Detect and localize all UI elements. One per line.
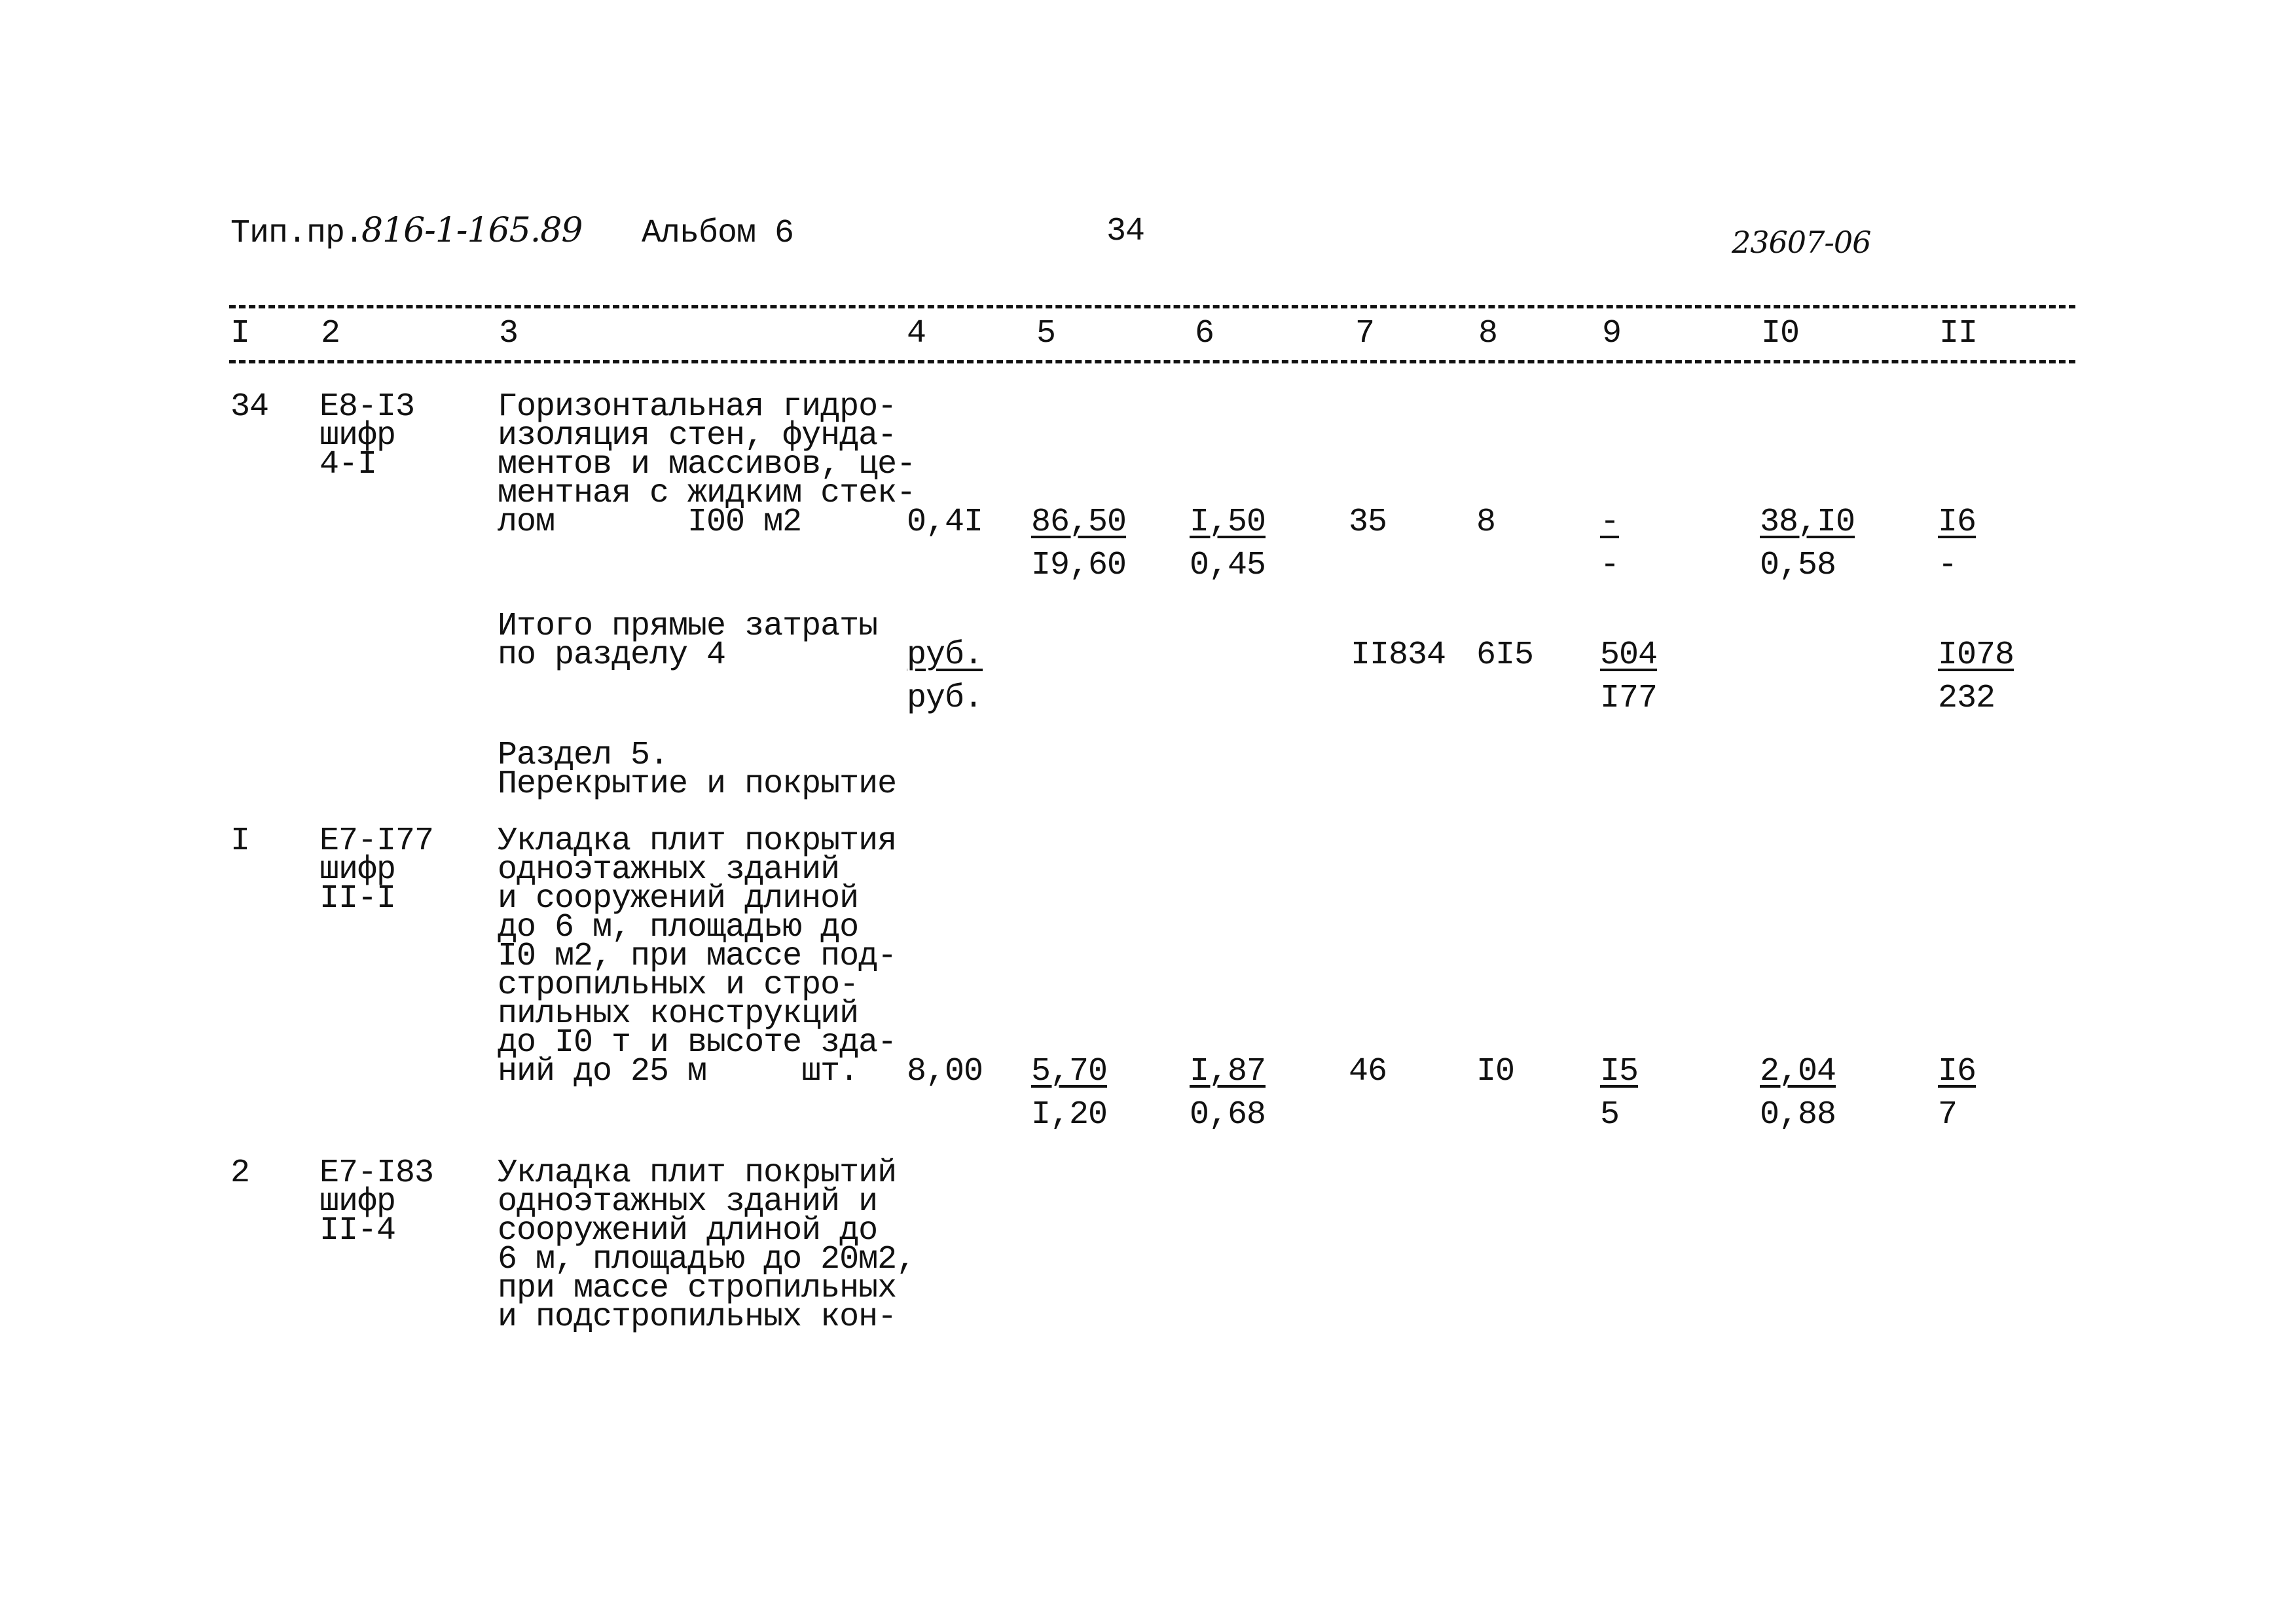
col9-total-bottom: I77 [1600, 680, 1658, 717]
col5-top: 5,70 [1031, 1053, 1108, 1090]
row-number: I [230, 822, 250, 860]
col9-total-top: 504 [1600, 637, 1658, 674]
col11-total-top: I078 [1938, 637, 2014, 674]
col8-value: 8 [1476, 504, 1496, 541]
cipher-value: II-I [319, 880, 396, 917]
column-header-3: 3 [499, 315, 519, 352]
col5-bottom: I,20 [1031, 1096, 1108, 1134]
header-bottom-dashed-rule [229, 360, 2075, 363]
section-title: Перекрытие и покрытие [498, 766, 897, 803]
cipher-value: 4-I [319, 446, 377, 483]
project-number: 816-1-165.89 [361, 211, 583, 250]
col11-bottom: - [1938, 547, 1958, 584]
row-number: 34 [230, 388, 269, 426]
col11-total-bottom: 232 [1938, 680, 1995, 717]
col5-top: 86,50 [1031, 504, 1127, 541]
column-header-11: II [1939, 315, 1978, 352]
row-number: 2 [230, 1154, 250, 1192]
column-header-7: 7 [1355, 315, 1375, 352]
col9-top: I5 [1600, 1053, 1639, 1090]
album-label: Альбом 6 [642, 215, 794, 252]
col5-bottom: I9,60 [1031, 547, 1127, 584]
col10-top: 2,04 [1760, 1053, 1836, 1090]
column-header-8: 8 [1478, 315, 1498, 352]
column-header-2: 2 [321, 315, 340, 352]
column-header-6: 6 [1195, 315, 1214, 352]
column-header-1: I [230, 315, 250, 352]
description-line: ний до 25 м шт. [498, 1053, 859, 1090]
header-top-dashed-rule [229, 305, 2075, 308]
col9-top: - [1600, 504, 1620, 541]
col6-bottom: 0,45 [1190, 547, 1266, 584]
col11-top: I6 [1938, 504, 1977, 541]
col8-value: I0 [1476, 1053, 1515, 1090]
description-line: и подстропильных кон- [498, 1299, 897, 1336]
col11-top: I6 [1938, 1053, 1977, 1090]
description-line: лом I00 м2 [498, 504, 802, 541]
col6-top: I,87 [1190, 1053, 1266, 1090]
unit-top: руб. [907, 637, 983, 674]
col8-total: 6I5 [1476, 637, 1534, 674]
quantity: 0,4I [907, 504, 983, 541]
col6-bottom: 0,68 [1190, 1096, 1266, 1134]
col10-bottom: 0,88 [1760, 1096, 1836, 1134]
col6-top: I,50 [1190, 504, 1266, 541]
quantity: 8,00 [907, 1053, 983, 1090]
cipher-value: II-4 [319, 1212, 396, 1249]
page-number: 34 [1106, 213, 1145, 250]
col9-bottom: 5 [1600, 1096, 1620, 1134]
column-header-10: I0 [1761, 315, 1800, 352]
col11-bottom: 7 [1938, 1096, 1958, 1134]
col7-value: 46 [1349, 1053, 1387, 1090]
col10-top: 38,I0 [1760, 504, 1855, 541]
column-header-5: 5 [1036, 315, 1056, 352]
column-header-4: 4 [907, 315, 926, 352]
document-code: 23607-06 [1732, 225, 1871, 260]
col9-bottom: - [1600, 547, 1620, 584]
header-prefix: Тип.пр. [230, 215, 364, 252]
unit-bottom: руб. [907, 680, 983, 717]
col7-value: 35 [1349, 504, 1387, 541]
col10-bottom: 0,58 [1760, 547, 1836, 584]
subtotal-label: по разделу 4 [498, 637, 726, 674]
col7-total: II834 [1351, 637, 1446, 674]
column-header-9: 9 [1602, 315, 1622, 352]
